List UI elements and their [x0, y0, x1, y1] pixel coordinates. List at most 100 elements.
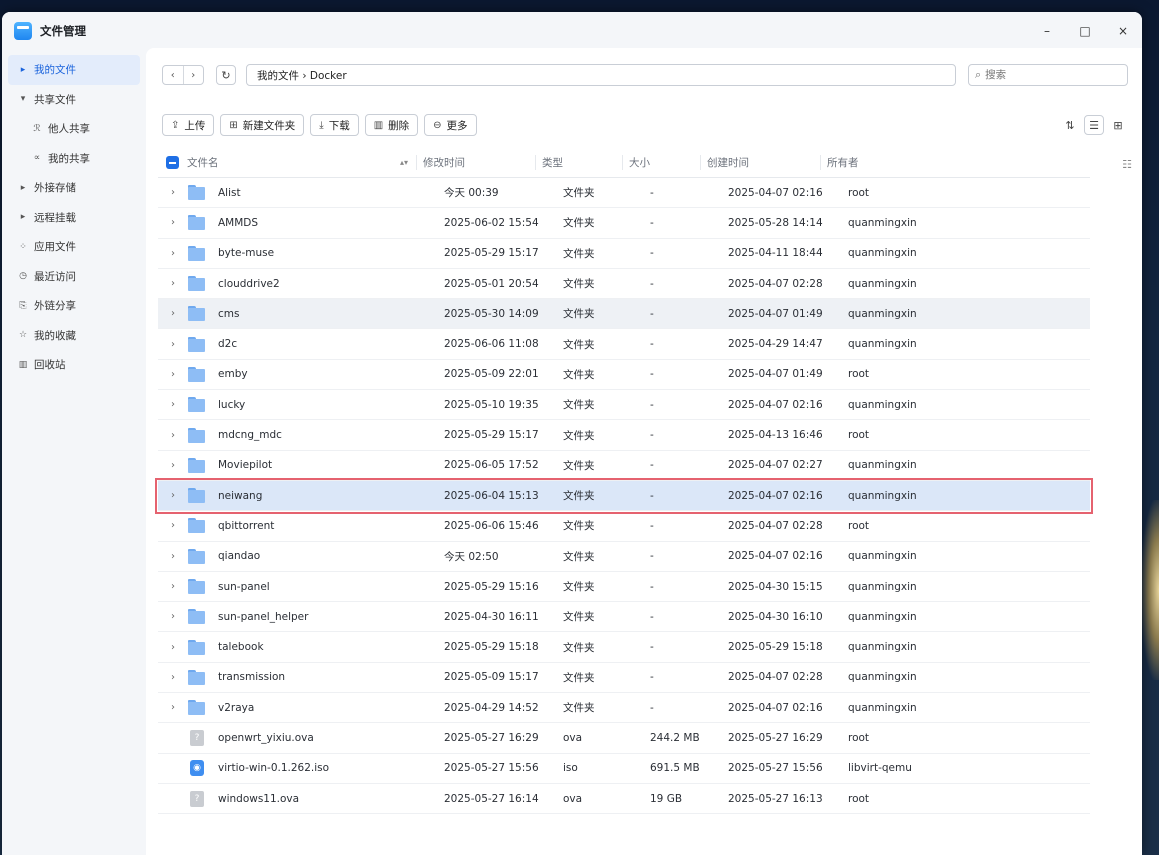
breadcrumb[interactable]: 我的文件 › Docker: [246, 64, 956, 86]
more-button[interactable]: ⊖ 更多: [424, 114, 477, 136]
upload-button[interactable]: ⇪ 上传: [162, 114, 215, 136]
table-row[interactable]: › neiwang 2025-06-04 15:13 文件夹 - 2025-04-07 0…: [155, 477, 1093, 515]
table-row[interactable]: › sun-panel 2025-05-29 15:16 文件夹 - 2025-04-30…: [158, 572, 1090, 603]
close-button[interactable]: ×: [1104, 12, 1142, 50]
maximize-button[interactable]: □: [1066, 12, 1104, 50]
table-row[interactable]: › cms 2025-05-30 14:09 文件夹 - 2025-04-07 01:49…: [158, 299, 1090, 330]
search-input[interactable]: [985, 69, 1106, 81]
sidebar-item[interactable]: ℛ 他人共享: [8, 114, 140, 144]
file-name-cell[interactable]: d2c: [210, 338, 444, 350]
expand-chevron-icon[interactable]: ›: [158, 702, 188, 713]
file-name-cell[interactable]: qiandao: [210, 550, 444, 562]
table-row[interactable]: › mdcng_mdc 2025-05-29 15:17 文件夹 - 2025-04-13…: [158, 420, 1090, 451]
expand-chevron-icon[interactable]: ›: [158, 551, 188, 562]
expand-chevron-icon[interactable]: ›: [158, 369, 188, 380]
expand-chevron-icon[interactable]: ›: [158, 187, 188, 198]
expand-chevron-icon[interactable]: ›: [158, 339, 188, 350]
table-row[interactable]: › Moviepilot 2025-06-05 17:52 文件夹 - 2025-04-0…: [158, 451, 1090, 481]
table-row[interactable]: › v2raya 2025-04-29 14:52 文件夹 - 2025-04-07 02…: [158, 693, 1090, 724]
file-name-cell[interactable]: openwrt_yixiu.ova: [210, 732, 444, 744]
table-row[interactable]: › clouddrive2 2025-05-01 20:54 文件夹 - 2025-04-…: [158, 269, 1090, 300]
sidebar-item[interactable]: ▾ 共享文件: [8, 85, 140, 115]
file-name-cell[interactable]: Moviepilot: [210, 459, 444, 471]
folder-icon: [188, 700, 205, 716]
file-name-cell[interactable]: mdcng_mdc: [210, 429, 444, 441]
sidebar-item[interactable]: ∝ 我的共享: [8, 144, 140, 174]
sidebar-item[interactable]: ⁘ 应用文件: [8, 232, 140, 262]
download-button[interactable]: ⤓ 下载: [310, 114, 359, 136]
expand-chevron-icon[interactable]: ›: [158, 308, 188, 319]
table-row[interactable]: › sun-panel_helper 2025-04-30 16:11 文件夹 - 202…: [158, 602, 1090, 633]
table-row[interactable]: › qbittorrent 2025-06-06 15:46 文件夹 - 2025-04-…: [158, 511, 1090, 542]
refresh-button[interactable]: ↻: [216, 65, 236, 85]
file-name-cell[interactable]: talebook: [210, 641, 444, 653]
expand-chevron-icon[interactable]: ›: [158, 248, 188, 259]
file-name-cell[interactable]: transmission: [210, 671, 444, 683]
sidebar-item[interactable]: ▸ 远程挂载: [8, 203, 140, 233]
search-field[interactable]: ⌕: [968, 64, 1128, 86]
sidebar-item[interactable]: ▥ 回收站: [8, 350, 140, 380]
back-button[interactable]: ‹: [163, 66, 184, 84]
sidebar-item[interactable]: ⎘ 外链分享: [8, 291, 140, 321]
file-name-cell[interactable]: AMMDS: [210, 217, 444, 229]
file-name-cell[interactable]: clouddrive2: [210, 278, 444, 290]
file-name-cell[interactable]: emby: [210, 368, 444, 380]
forward-button[interactable]: ›: [184, 66, 204, 84]
file-name-cell[interactable]: cms: [210, 308, 444, 320]
file-name-cell[interactable]: qbittorrent: [210, 520, 444, 532]
more-label: 更多: [446, 119, 468, 132]
table-row[interactable]: › qiandao 今天 02:50 文件夹 - 2025-04-07 02:16 quan…: [158, 542, 1090, 572]
table-row[interactable]: › AMMDS 2025-06-02 15:54 文件夹 - 2025-05-28 14:…: [158, 208, 1090, 239]
sort-icon[interactable]: ⇅: [1060, 115, 1080, 135]
sidebar-item[interactable]: ▸ 我的文件: [8, 55, 140, 85]
table-row[interactable]: › Alist 今天 00:39 文件夹 - 2025-04-07 02:16 root: [158, 178, 1090, 209]
header-type[interactable]: 类型: [535, 155, 622, 170]
table-row[interactable]: › lucky 2025-05-10 19:35 文件夹 - 2025-04-07 02:…: [158, 390, 1090, 421]
header-modified[interactable]: 修改时间: [416, 155, 535, 170]
file-name-cell[interactable]: virtio-win-0.1.262.iso: [210, 762, 444, 774]
expand-chevron-icon[interactable]: ›: [158, 278, 188, 289]
file-name-cell[interactable]: sun-panel_helper: [210, 611, 444, 623]
file-name-cell[interactable]: v2raya: [210, 702, 444, 714]
expand-chevron-icon[interactable]: ›: [158, 611, 188, 622]
file-name-cell[interactable]: windows11.ova: [210, 793, 444, 805]
file-name-cell[interactable]: lucky: [210, 399, 444, 411]
table-row[interactable]: ◉ virtio-win-0.1.262.iso 2025-05-27 15:56 i…: [158, 754, 1090, 784]
expand-chevron-icon[interactable]: ›: [158, 217, 188, 228]
file-name-cell[interactable]: byte-muse: [210, 247, 444, 259]
header-name[interactable]: 文件名 ▴▾: [158, 155, 416, 170]
expand-chevron-icon[interactable]: ›: [158, 430, 188, 441]
header-owner[interactable]: 所有者: [820, 155, 940, 170]
expand-chevron-icon[interactable]: ›: [158, 490, 188, 501]
header-size[interactable]: 大小: [622, 155, 700, 170]
table-row[interactable]: ? openwrt_yixiu.ova 2025-05-27 16:29 ova 244…: [158, 723, 1090, 754]
expand-chevron-icon[interactable]: ›: [158, 520, 188, 531]
column-settings-icon[interactable]: ☷: [1122, 158, 1132, 171]
folder-icon: [188, 245, 205, 261]
sort-toggle-icon[interactable]: ▴▾: [400, 158, 408, 167]
expand-chevron-icon[interactable]: ›: [158, 672, 188, 683]
file-name-cell[interactable]: sun-panel: [210, 581, 444, 593]
new-folder-button[interactable]: ⊞ 新建文件夹: [220, 114, 305, 136]
header-created[interactable]: 创建时间: [700, 155, 820, 170]
table-row[interactable]: › byte-muse 2025-05-29 15:17 文件夹 - 2025-04-11…: [158, 239, 1090, 269]
minimize-button[interactable]: –: [1028, 12, 1066, 50]
table-row[interactable]: ? windows11.ova 2025-05-27 16:14 ova 19 GB 20…: [158, 784, 1090, 815]
list-view-icon[interactable]: ☰: [1084, 115, 1104, 135]
delete-button[interactable]: ▥ 删除: [364, 114, 419, 136]
file-name-cell[interactable]: neiwang: [210, 490, 444, 502]
table-row[interactable]: › emby 2025-05-09 22:01 文件夹 - 2025-04-07 01:4…: [158, 360, 1090, 391]
sidebar-item[interactable]: ☆ 我的收藏: [8, 321, 140, 351]
sidebar-item[interactable]: ▸ 外接存储: [8, 173, 140, 203]
expand-chevron-icon[interactable]: ›: [158, 399, 188, 410]
sidebar-item[interactable]: ◷ 最近访问: [8, 262, 140, 292]
select-all-checkbox[interactable]: [166, 156, 179, 169]
table-row[interactable]: › d2c 2025-06-06 11:08 文件夹 - 2025-04-29 14:47…: [158, 329, 1090, 360]
file-name-cell[interactable]: Alist: [210, 187, 444, 199]
table-row[interactable]: › transmission 2025-05-09 15:17 文件夹 - 2025-04…: [158, 663, 1090, 694]
expand-chevron-icon[interactable]: ›: [158, 460, 188, 471]
expand-chevron-icon[interactable]: ›: [158, 581, 188, 592]
grid-view-icon[interactable]: ⊞: [1108, 115, 1128, 135]
expand-chevron-icon[interactable]: ›: [158, 642, 188, 653]
table-row[interactable]: › talebook 2025-05-29 15:18 文件夹 -2025-05-29 …: [158, 632, 1090, 663]
